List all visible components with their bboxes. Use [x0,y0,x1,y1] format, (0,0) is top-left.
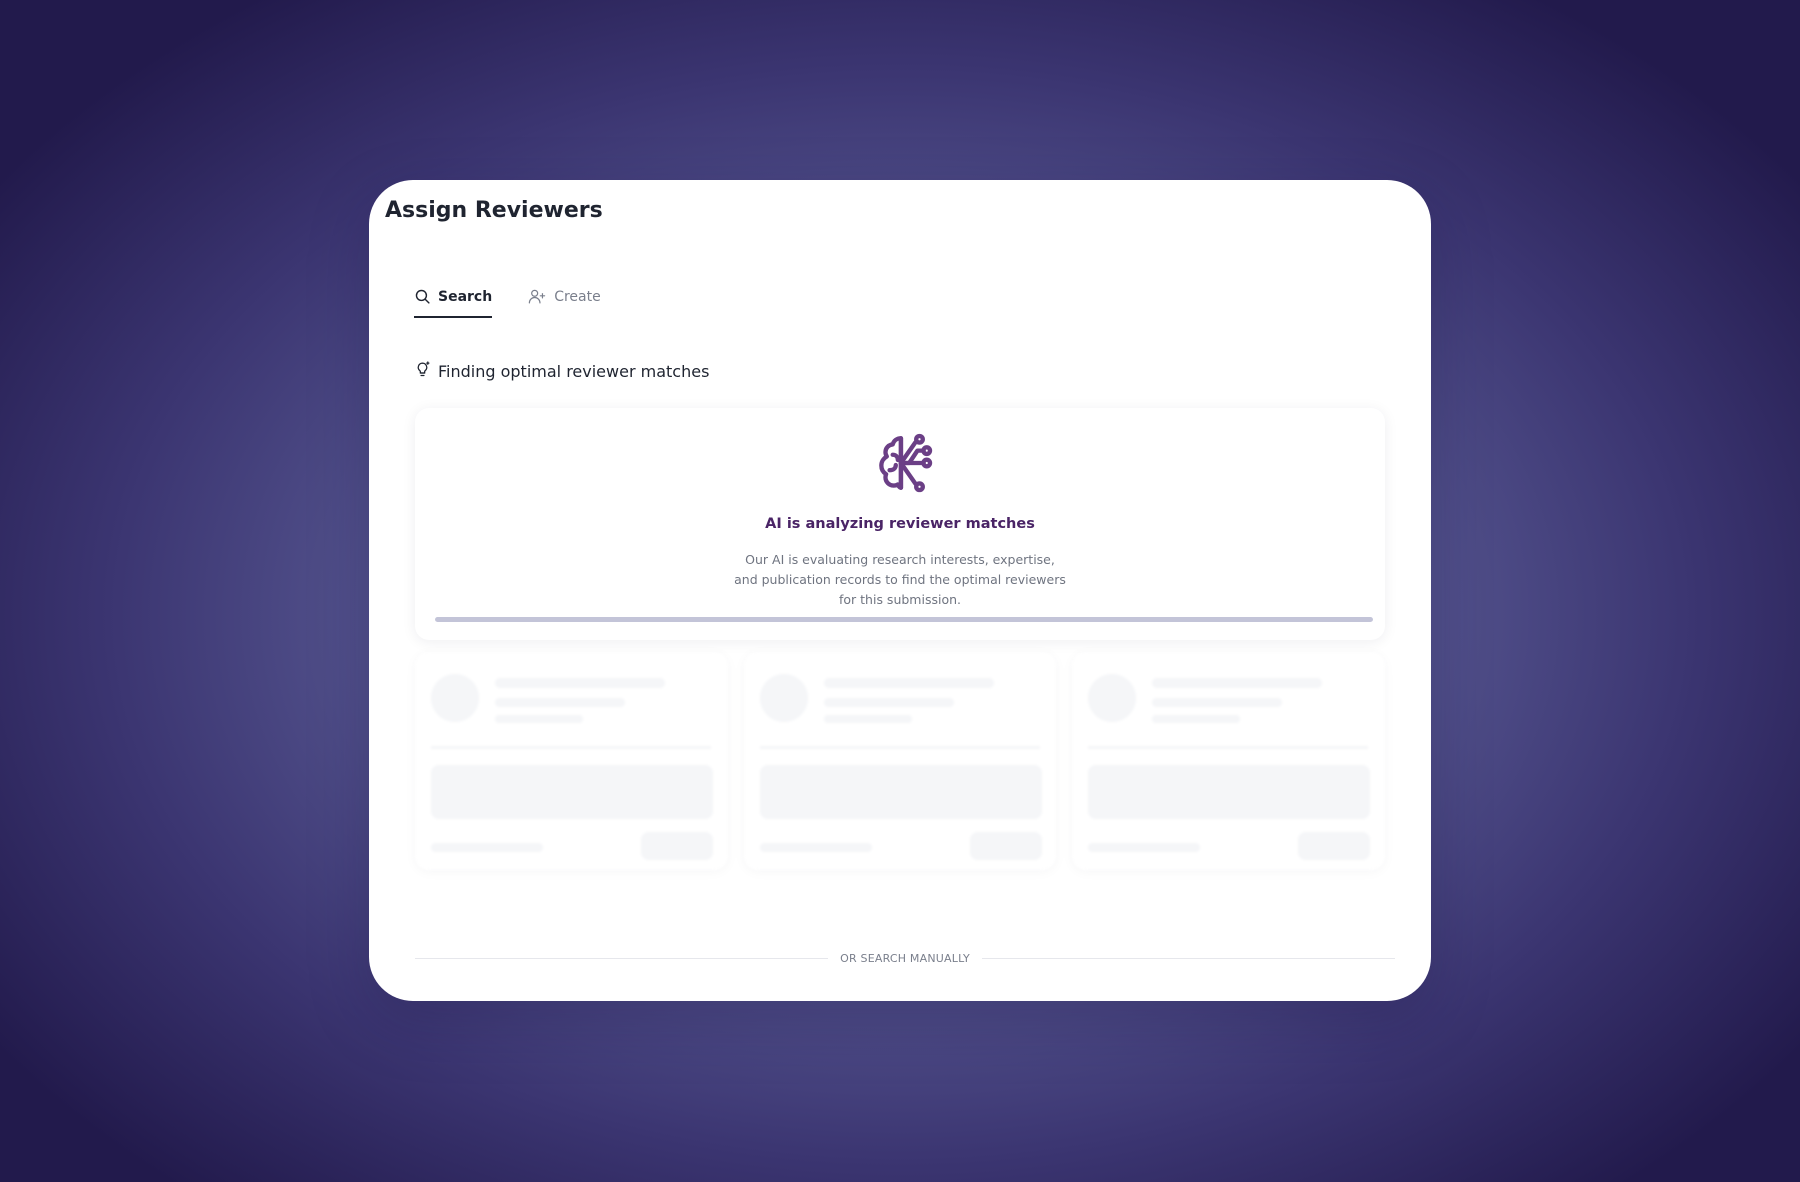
analysis-progress-bar [435,617,1373,622]
skeleton-line [1088,843,1201,852]
ai-analysis-card: AI is analyzing reviewer matches Our AI … [415,408,1385,640]
modal-title: Assign Reviewers [385,198,603,223]
skeleton-divider [1088,746,1369,749]
section-heading-text: Finding optimal reviewer matches [438,362,710,381]
reviewer-card-skeleton [743,652,1057,870]
divider-line-left [415,958,829,959]
user-plus-icon [528,288,547,305]
skeleton-avatar [1088,674,1137,722]
divider-line-right [981,958,1395,959]
skeleton-line [1152,678,1323,688]
section-heading: Finding optimal reviewer matches [414,360,709,383]
analysis-progress-fill [435,617,1373,622]
skeleton-block [431,765,713,819]
reviewer-card-skeleton [1072,652,1386,870]
manual-search-divider: OR SEARCH MANUALLY [415,952,1395,965]
skeleton-divider [759,746,1040,749]
skeleton-line [823,715,912,723]
skeleton-button [1298,832,1371,860]
skeleton-block [759,765,1042,819]
ai-status-title: AI is analyzing reviewer matches [765,516,1035,532]
skeleton-avatar [431,674,479,722]
skeleton-line [823,698,954,707]
skeleton-line [495,698,625,707]
ai-brain-circuit-icon [870,430,936,500]
ai-status-description: Our AI is evaluating research interests,… [734,552,1066,607]
tab-bar: Search Create [414,288,601,318]
skeleton-button [641,832,713,860]
reviewer-card-skeleton [415,652,728,870]
skeleton-block [1088,765,1371,819]
skeleton-line [759,843,872,852]
skeleton-avatar [759,674,808,722]
skeleton-line [823,678,994,688]
skeleton-line [431,843,543,852]
tab-create-label: Create [554,288,601,305]
skeleton-line [1152,698,1283,707]
skeleton-line [495,678,665,688]
reviewer-card-placeholders [415,652,1386,870]
skeleton-divider [431,746,711,749]
skeleton-line [1152,715,1241,723]
divider-label: OR SEARCH MANUALLY [840,952,970,965]
lightbulb-sparkle-icon [414,360,431,383]
assign-reviewers-modal: Assign Reviewers Search Create Finding o… [369,180,1431,1001]
tab-search-label: Search [438,288,493,305]
skeleton-line [495,715,583,723]
tab-create[interactable]: Create [528,288,601,318]
tab-search[interactable]: Search [414,288,493,318]
skeleton-button [969,832,1042,860]
search-icon [414,288,431,305]
